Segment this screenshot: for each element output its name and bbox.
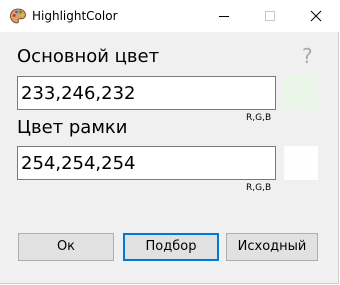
maximize-icon [265, 11, 275, 21]
main-color-swatch[interactable] [284, 76, 318, 110]
highlight-color-dialog: HighlightColor Основной цвет ? R,G,B Цве… [0, 0, 339, 284]
close-button[interactable] [293, 0, 339, 32]
main-color-label: Основной цвет [17, 46, 160, 67]
border-color-rgb-hint: R,G,B [246, 183, 272, 193]
default-button[interactable]: Исходный [226, 233, 318, 261]
title-bar: HighlightColor [0, 0, 339, 32]
border-color-input[interactable] [17, 146, 276, 180]
pick-button[interactable]: Подбор [123, 233, 219, 261]
palette-icon [9, 7, 27, 25]
border-color-swatch[interactable] [284, 146, 318, 180]
main-color-rgb-hint: R,G,B [246, 113, 272, 123]
close-icon [310, 10, 322, 22]
border-color-label: Цвет рамки [17, 117, 128, 138]
maximize-button[interactable] [247, 0, 293, 32]
window-title: HighlightColor [32, 9, 118, 23]
minimize-icon [219, 16, 229, 17]
minimize-button[interactable] [201, 0, 247, 32]
main-color-input[interactable] [17, 76, 276, 110]
help-icon[interactable]: ? [302, 44, 313, 68]
ok-button[interactable]: Ок [18, 233, 114, 261]
